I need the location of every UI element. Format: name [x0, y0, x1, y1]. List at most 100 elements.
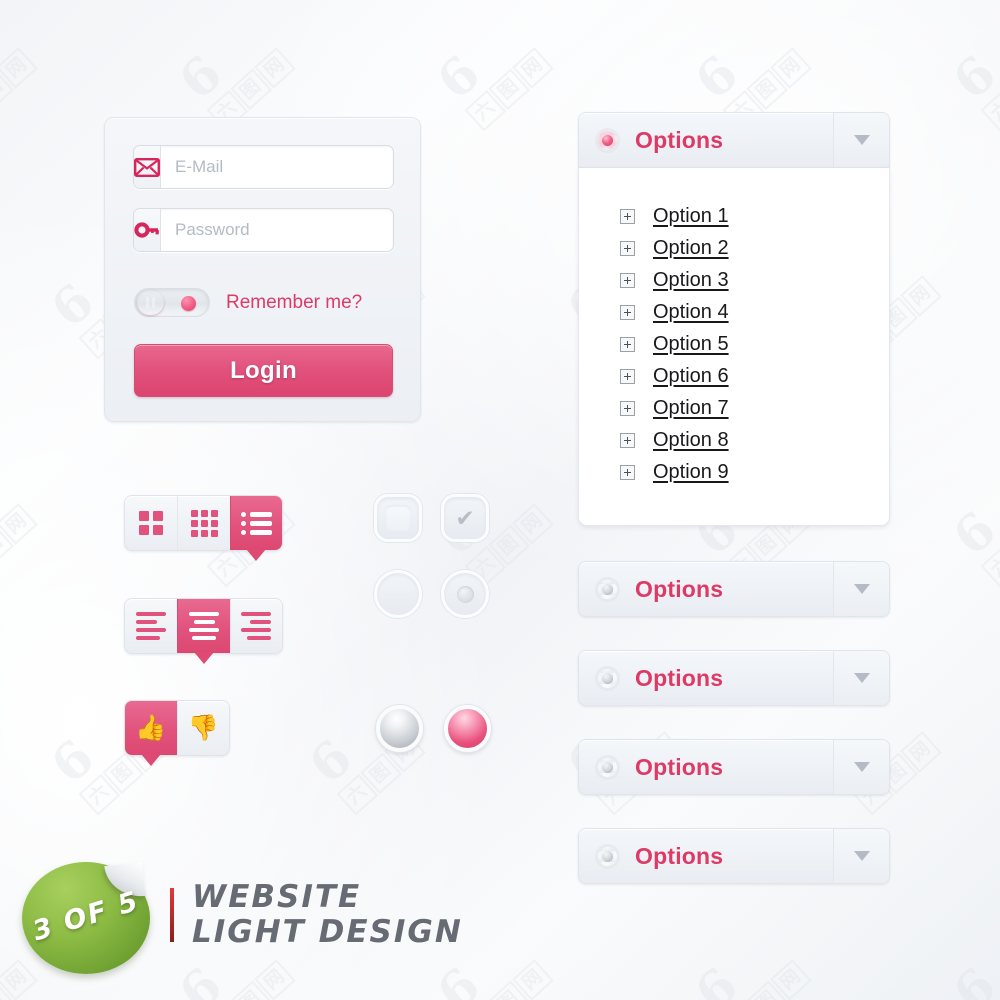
dropdown-bullet-wrap — [579, 562, 635, 616]
option-label[interactable]: Option 4 — [653, 301, 729, 324]
watermark-stamp: 6六图网 — [942, 462, 1000, 588]
dropdown-label: Options — [635, 753, 724, 780]
checkbox-checked[interactable]: ✔ — [441, 494, 489, 542]
grid-large-view-button[interactable] — [125, 496, 177, 550]
list-item[interactable]: Option 4 — [579, 296, 889, 328]
plus-icon[interactable] — [620, 272, 635, 288]
plus-icon[interactable] — [620, 208, 635, 224]
brand-wordmark: WEBSITE LIGHT DESIGN — [192, 880, 463, 949]
thumbs-up-button[interactable]: 👍 — [125, 701, 177, 766]
text-align-button-group — [124, 598, 283, 664]
watermark-stamp: 6六图网 — [684, 918, 813, 1000]
dropdown-toggle-button[interactable] — [833, 562, 889, 616]
view-mode-button-group — [124, 495, 283, 561]
dropdown-options-3[interactable]: Options — [578, 739, 890, 795]
chevron-down-icon — [853, 135, 870, 145]
list-item[interactable]: Option 1 — [579, 200, 889, 232]
dropdown-options-open[interactable]: Options — [578, 112, 890, 168]
login-button[interactable]: Login — [134, 344, 393, 397]
dropdown-label: Options — [635, 842, 724, 869]
radio-bullet-icon — [597, 668, 617, 688]
grid-small-icon — [190, 509, 218, 537]
align-left-button[interactable] — [125, 599, 177, 653]
remember-me-row: Remember me? — [134, 288, 362, 317]
dropdown-label: Options — [635, 126, 724, 153]
plus-icon[interactable] — [620, 304, 635, 320]
brand-line-1: WEBSITE — [192, 879, 362, 915]
list-item[interactable]: Option 3 — [579, 264, 889, 296]
email-field[interactable] — [133, 145, 394, 189]
plus-icon[interactable] — [620, 400, 635, 416]
dropdown-toggle-button[interactable] — [833, 829, 889, 883]
password-input[interactable] — [161, 209, 393, 251]
dropdown-bullet-wrap — [579, 740, 635, 794]
plus-icon[interactable] — [620, 432, 635, 448]
option-label[interactable]: Option 8 — [653, 429, 729, 452]
list-view-icon — [240, 511, 272, 535]
plus-icon[interactable] — [620, 336, 635, 352]
progress-badge: 3 OF 5 — [22, 860, 152, 975]
dropdown-toggle-button[interactable] — [833, 113, 889, 167]
dropdown-options-1[interactable]: Options — [578, 561, 890, 617]
align-right-button[interactable] — [229, 599, 282, 653]
email-input[interactable] — [161, 146, 393, 188]
watermark-stamp: 6六图网 — [941, 955, 1000, 1000]
dropdown-bullet-wrap — [579, 829, 635, 883]
align-left-icon — [136, 612, 167, 640]
option-label[interactable]: Option 1 — [653, 205, 729, 228]
dropdown-toggle-button[interactable] — [833, 740, 889, 794]
option-label[interactable]: Option 9 — [653, 461, 729, 484]
option-label[interactable]: Option 2 — [653, 237, 729, 260]
option-label[interactable]: Option 6 — [653, 365, 729, 388]
chevron-down-icon — [853, 673, 870, 683]
dropdown-options-2[interactable]: Options — [578, 650, 890, 706]
watermark-stamp: 6六图网 — [0, 462, 39, 587]
dropdown-label: Options — [635, 575, 724, 602]
list-item[interactable]: Option 7 — [579, 392, 889, 424]
toggle-knob — [137, 290, 164, 315]
dropdown-options-4[interactable]: Options — [578, 828, 890, 884]
dropdown-toggle-button[interactable] — [833, 651, 889, 705]
list-item[interactable]: Option 9 — [579, 456, 889, 488]
list-item[interactable]: Option 6 — [579, 360, 889, 392]
grid-large-icon — [139, 511, 164, 535]
checkmark-icon: ✔ — [455, 504, 475, 531]
list-item[interactable]: Option 8 — [579, 424, 889, 456]
radio-unselected[interactable] — [374, 570, 422, 618]
option-label[interactable]: Option 3 — [653, 269, 729, 292]
list-item[interactable]: Option 2 — [579, 232, 889, 264]
list-item[interactable]: Option 5 — [579, 328, 889, 360]
align-right-icon — [241, 612, 272, 640]
align-center-button[interactable] — [177, 599, 230, 664]
watermark-stamp: 6六图网 — [0, 6, 39, 131]
dropdown-label: Options — [635, 664, 724, 691]
plus-icon[interactable] — [620, 368, 635, 384]
chevron-down-icon — [853, 584, 870, 594]
toggle-indicator-dot — [181, 296, 196, 311]
ui-kit-canvas: 6六图网6六图网6六图网6六图网6六图网6六图网6六图网6六图网6六图网6六图网… — [0, 0, 1000, 1000]
password-field[interactable] — [133, 208, 394, 252]
option-label[interactable]: Option 5 — [653, 333, 729, 356]
list-view-button[interactable] — [229, 496, 283, 561]
thumbs-down-icon: 👎 — [187, 713, 220, 742]
watermark-stamp: 6六图网 — [426, 6, 555, 132]
option-label[interactable]: Option 7 — [653, 397, 729, 420]
radio-bullet-icon — [597, 130, 617, 150]
watermark-stamp: 6六图网 — [168, 6, 297, 132]
radio-bullet-icon — [597, 846, 617, 866]
grid-small-view-button[interactable] — [177, 496, 229, 550]
thumbs-up-icon: 👍 — [135, 713, 167, 742]
remember-me-toggle[interactable] — [134, 288, 210, 317]
radio-bullet-icon — [597, 757, 617, 777]
chevron-down-icon — [853, 851, 870, 861]
sphere-pink-button[interactable] — [444, 705, 491, 752]
plus-icon[interactable] — [620, 464, 635, 480]
radio-dot-icon — [456, 585, 474, 603]
sphere-grey-button[interactable] — [376, 705, 423, 752]
watermark-stamp: 6六图网 — [942, 6, 1000, 132]
plus-icon[interactable] — [620, 240, 635, 256]
radio-selected[interactable] — [441, 570, 489, 618]
thumbs-down-button[interactable]: 👎 — [176, 701, 229, 755]
brand-line-2: LIGHT DESIGN — [192, 913, 463, 950]
checkbox-unchecked[interactable] — [374, 494, 422, 542]
